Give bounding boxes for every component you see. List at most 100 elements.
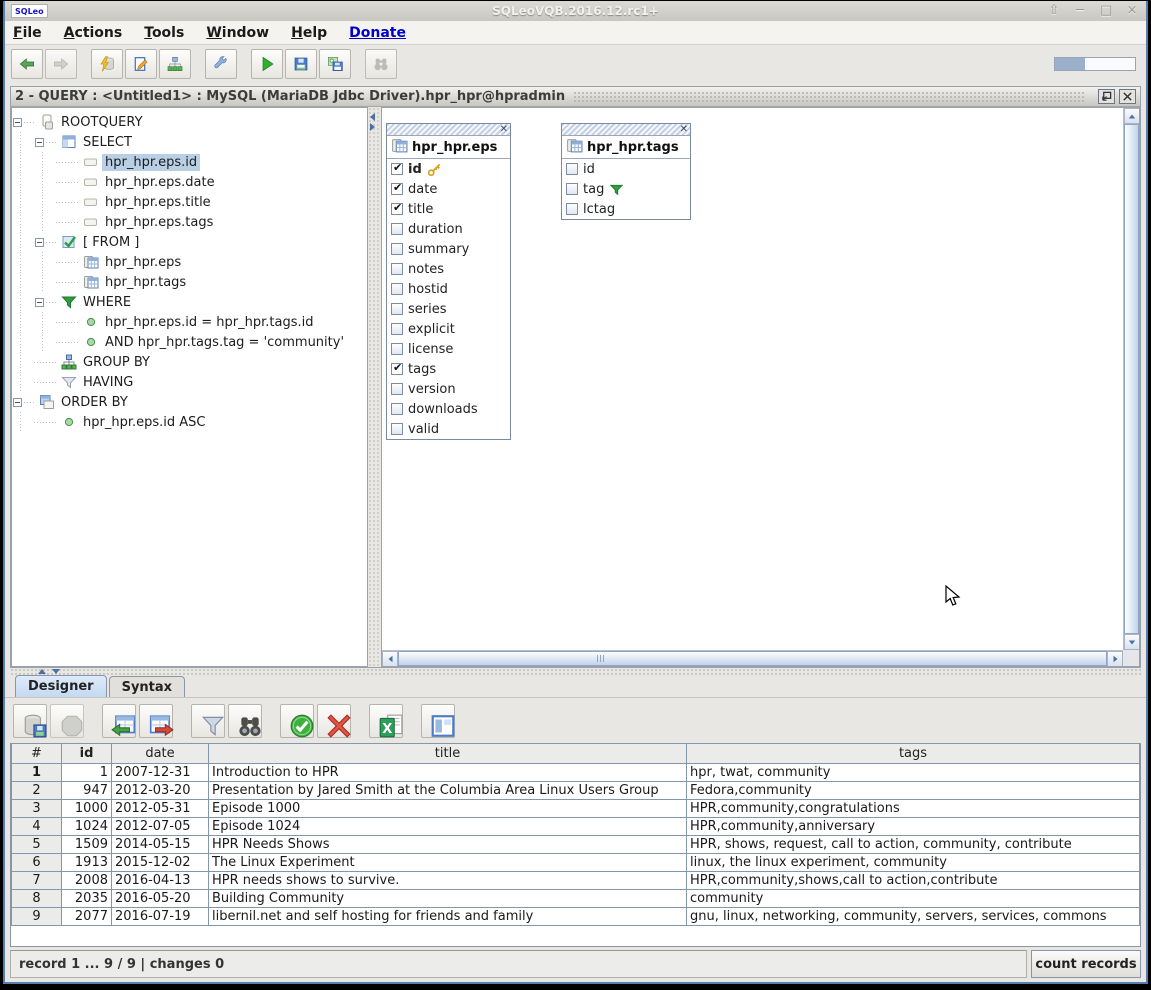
table-field-row[interactable]: downloads — [387, 399, 510, 419]
tree-node-label[interactable]: hpr_hpr.eps.id ASC — [80, 414, 208, 431]
tree-node-label[interactable]: hpr_hpr.eps — [102, 254, 184, 271]
collapse-up-icon[interactable] — [38, 669, 46, 674]
vertical-split-divider[interactable] — [368, 107, 381, 667]
tree-node[interactable]: hpr_hpr.eps.id = hpr_hpr.tags.id — [12, 312, 367, 332]
menu-tools[interactable]: Tools — [144, 25, 184, 41]
field-checkbox[interactable] — [566, 203, 578, 215]
field-checkbox[interactable] — [391, 243, 403, 255]
scroll-left-button[interactable] — [382, 651, 398, 667]
table-field-row[interactable]: hostid — [387, 279, 510, 299]
scroll-up-button[interactable] — [1124, 108, 1140, 124]
table-field-row[interactable]: lctag — [562, 199, 690, 219]
table-field-row[interactable]: valid — [387, 419, 510, 439]
horizontal-scroll-thumb[interactable] — [398, 651, 1107, 666]
tree-node-label[interactable]: HAVING — [80, 374, 136, 391]
date-cell[interactable]: 2014-05-15 — [112, 835, 209, 853]
horizontal-split-divider[interactable] — [10, 668, 1141, 675]
tree-node-label[interactable]: hpr_hpr.eps.title — [102, 194, 214, 211]
table-row[interactable]: 720082016-04-13HPR needs shows to surviv… — [12, 871, 1140, 889]
column-header-num[interactable]: # — [12, 744, 62, 763]
count-records-button[interactable]: count records — [1031, 950, 1141, 978]
tree-expander-icon[interactable] — [35, 238, 44, 247]
tree-node[interactable]: AND hpr_hpr.tags.tag = 'community' — [12, 332, 367, 352]
tree-node[interactable]: hpr_hpr.eps.date — [12, 172, 367, 192]
table-field-row[interactable]: title — [387, 199, 510, 219]
menu-actions[interactable]: Actions — [64, 25, 123, 41]
tree-node-label[interactable]: ORDER BY — [58, 394, 131, 411]
table-field-row[interactable]: license — [387, 339, 510, 359]
field-checkbox[interactable] — [391, 323, 403, 335]
title-cell[interactable]: HPR needs shows to survive. — [209, 871, 687, 889]
date-cell[interactable]: 2012-07-05 — [112, 817, 209, 835]
tree-expander-icon[interactable] — [13, 398, 22, 407]
field-checkbox[interactable] — [391, 163, 403, 175]
frame-close-button[interactable] — [1119, 89, 1136, 104]
table-card-header[interactable]: ✕ — [562, 124, 690, 136]
title-cell[interactable]: libernil.net and self hosting for friend… — [209, 907, 687, 925]
field-checkbox[interactable] — [566, 183, 578, 195]
new-query-button[interactable] — [125, 49, 157, 79]
collapse-down-icon[interactable] — [52, 669, 60, 674]
tags-cell[interactable]: hpr, twat, community — [687, 763, 1140, 781]
scroll-down-button[interactable] — [1124, 634, 1140, 650]
date-cell[interactable]: 2016-04-13 — [112, 871, 209, 889]
tags-cell[interactable]: HPR,community,shows,call to action,contr… — [687, 871, 1140, 889]
table-field-row[interactable]: duration — [387, 219, 510, 239]
tree-node-label[interactable]: hpr_hpr.tags — [102, 274, 189, 291]
table-field-row[interactable]: tag — [562, 179, 690, 199]
tree-node[interactable]: HAVING — [12, 372, 367, 392]
tab-syntax[interactable]: Syntax — [109, 676, 185, 697]
table-field-row[interactable]: id — [387, 159, 510, 179]
id-cell[interactable]: 2035 — [62, 889, 112, 907]
menu-donate[interactable]: Donate — [349, 25, 406, 41]
tree-node[interactable]: hpr_hpr.eps.tags — [12, 212, 367, 232]
commit-button[interactable] — [280, 704, 314, 738]
collapse-left-icon[interactable] — [370, 113, 375, 121]
field-checkbox[interactable] — [391, 263, 403, 275]
field-checkbox[interactable] — [391, 363, 403, 375]
tree-node[interactable]: hpr_hpr.eps — [12, 252, 367, 272]
save-query-button[interactable] — [285, 49, 317, 79]
tree-node[interactable]: SELECT — [12, 132, 367, 152]
card-close-icon[interactable]: ✕ — [500, 125, 510, 135]
field-checkbox[interactable] — [391, 403, 403, 415]
id-cell[interactable]: 2008 — [62, 871, 112, 889]
tags-cell[interactable]: linux, the linux experiment, community — [687, 853, 1140, 871]
tree-node-label[interactable]: WHERE — [80, 294, 134, 311]
tags-cell[interactable]: HPR, shows, request, call to action, com… — [687, 835, 1140, 853]
frame-restore-button[interactable] — [1098, 89, 1115, 104]
tags-cell[interactable]: HPR,community,anniversary — [687, 817, 1140, 835]
table-row[interactable]: 310002012-05-31Episode 1000HPR,community… — [12, 799, 1140, 817]
table-field-row[interactable]: version — [387, 379, 510, 399]
field-checkbox[interactable] — [391, 283, 403, 295]
column-header-id[interactable]: id — [62, 744, 112, 763]
table-field-row[interactable]: tags — [387, 359, 510, 379]
tree-node-label[interactable]: hpr_hpr.eps.id — [102, 154, 200, 171]
tree-node-label[interactable]: GROUP BY — [80, 354, 153, 371]
tree-expander-icon[interactable] — [13, 118, 22, 127]
tree-node-label[interactable]: SELECT — [80, 134, 135, 151]
table-row[interactable]: 515092014-05-15HPR Needs ShowsHPR, shows… — [12, 835, 1140, 853]
table-row[interactable]: 112007-12-31Introduction to HPRhpr, twat… — [12, 763, 1140, 781]
tags-cell[interactable]: community — [687, 889, 1140, 907]
id-cell[interactable]: 1000 — [62, 799, 112, 817]
tags-cell[interactable]: HPR,community,congratulations — [687, 799, 1140, 817]
menu-file[interactable]: File — [13, 25, 42, 41]
column-header-date[interactable]: date — [112, 744, 209, 763]
title-cell[interactable]: Building Community — [209, 889, 687, 907]
tree-node-label[interactable]: hpr_hpr.eps.id = hpr_hpr.tags.id — [102, 314, 316, 331]
id-cell[interactable]: 1024 — [62, 817, 112, 835]
save-results-to-db-button[interactable] — [13, 704, 47, 738]
minimize-window-button[interactable]: ─ — [1072, 3, 1088, 19]
date-cell[interactable]: 2016-07-19 — [112, 907, 209, 925]
tree-expander-icon[interactable] — [35, 298, 44, 307]
table-row[interactable]: 619132015-12-02The Linux Experimentlinux… — [12, 853, 1140, 871]
field-checkbox[interactable] — [566, 163, 578, 175]
menu-help[interactable]: Help — [291, 25, 327, 41]
field-checkbox[interactable] — [391, 303, 403, 315]
id-cell[interactable]: 1 — [62, 763, 112, 781]
table-card[interactable]: ✕hpr_hpr.tagsidtaglctag — [561, 123, 691, 220]
tree-node[interactable]: ORDER BY — [12, 392, 367, 412]
preferences-button[interactable] — [205, 49, 237, 79]
table-field-row[interactable]: explicit — [387, 319, 510, 339]
